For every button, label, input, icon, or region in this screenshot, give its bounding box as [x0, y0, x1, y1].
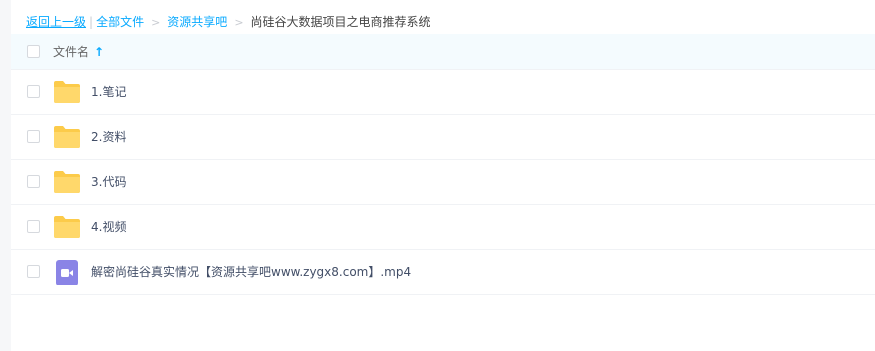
breadcrumb-divider: | — [89, 15, 94, 29]
file-name[interactable]: 4.视频 — [91, 218, 126, 236]
back-link[interactable]: 返回上一级 — [26, 15, 86, 29]
file-name[interactable]: 1.笔记 — [91, 83, 126, 101]
list-item[interactable]: 4.视频 — [11, 205, 875, 250]
sort-ascending-icon[interactable]: ↑ — [94, 43, 104, 61]
column-header-filename[interactable]: 文件名 ↑ — [53, 43, 104, 61]
row-checkbox[interactable] — [27, 265, 40, 278]
file-name[interactable]: 2.资料 — [91, 128, 126, 146]
breadcrumb-resource-share[interactable]: 资源共享吧 — [167, 15, 227, 29]
folder-icon[interactable] — [53, 80, 81, 104]
list-item[interactable]: 解密尚硅谷真实情况【资源共享吧www.zygx8.com】.mp4 — [11, 250, 875, 295]
folder-icon[interactable] — [53, 215, 81, 239]
row-checkbox[interactable] — [27, 85, 40, 98]
folder-icon[interactable] — [53, 170, 81, 194]
select-all-checkbox[interactable] — [27, 45, 40, 58]
left-sidebar-edge — [0, 0, 11, 351]
column-header-filename-label: 文件名 — [53, 45, 90, 59]
file-list: 1.笔记 2.资料 3.代码 4.视频 解密尚硅谷真实情况【资源共享吧www.z… — [11, 70, 875, 295]
breadcrumb-separator: > — [151, 16, 161, 29]
video-file-icon[interactable] — [53, 259, 81, 285]
list-item[interactable]: 2.资料 — [11, 115, 875, 160]
file-browser: 返回上一级 | 全部文件 > 资源共享吧 > 尚硅谷大数据项目之电商推荐系统 文件名 ↑ 1.… — [0, 0, 875, 351]
list-item[interactable]: 1.笔记 — [11, 70, 875, 115]
file-name[interactable]: 解密尚硅谷真实情况【资源共享吧www.zygx8.com】.mp4 — [91, 263, 411, 281]
folder-icon[interactable] — [53, 125, 81, 149]
breadcrumb-current-folder: 尚硅谷大数据项目之电商推荐系统 — [250, 15, 431, 29]
list-item[interactable]: 3.代码 — [11, 160, 875, 205]
row-checkbox[interactable] — [27, 220, 40, 233]
row-checkbox[interactable] — [27, 175, 40, 188]
file-name[interactable]: 3.代码 — [91, 173, 126, 191]
breadcrumb-separator: > — [234, 16, 244, 29]
breadcrumb: 返回上一级 | 全部文件 > 资源共享吧 > 尚硅谷大数据项目之电商推荐系统 — [26, 13, 431, 31]
file-list-header: 文件名 ↑ — [11, 34, 875, 70]
row-checkbox[interactable] — [27, 130, 40, 143]
breadcrumb-all-files[interactable]: 全部文件 — [96, 15, 144, 29]
